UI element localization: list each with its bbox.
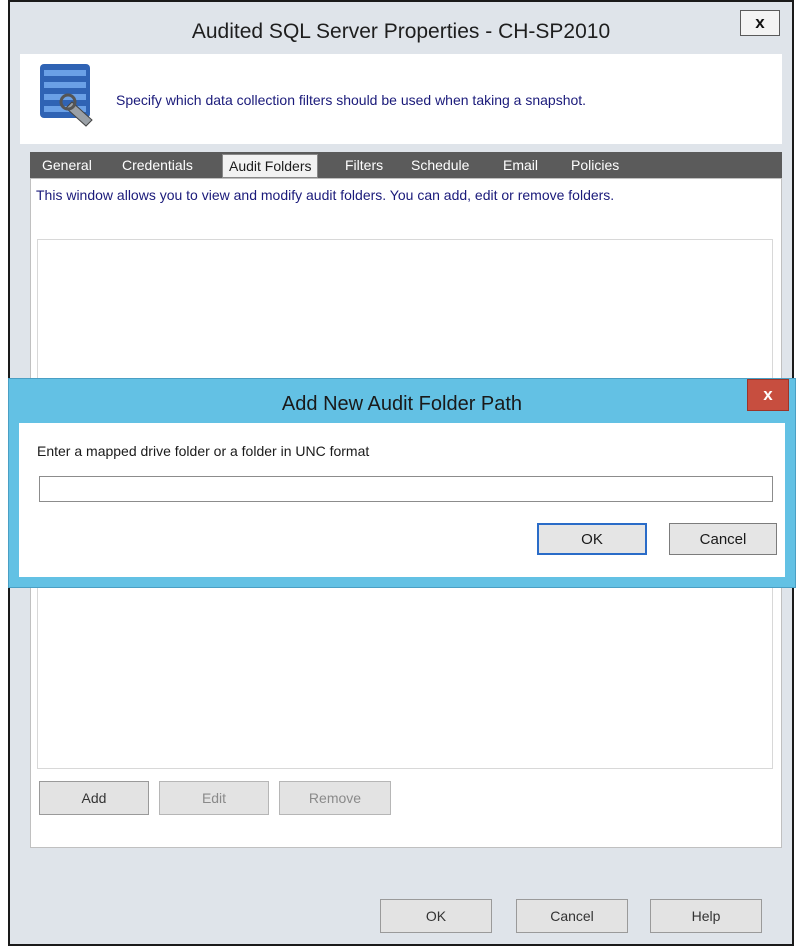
folder-path-prompt: Enter a mapped drive folder or a folder … bbox=[37, 443, 370, 459]
tab-filters[interactable]: Filters bbox=[343, 152, 385, 178]
tab-bar: General Credentials Audit Folders Filter… bbox=[30, 152, 782, 178]
dialog-title: Add New Audit Folder Path bbox=[281, 393, 523, 415]
edit-folder-button[interactable]: Edit bbox=[159, 781, 269, 815]
add-folder-button[interactable]: Add bbox=[39, 781, 149, 815]
dialog-body: Enter a mapped drive folder or a folder … bbox=[19, 423, 785, 577]
ok-button[interactable]: OK bbox=[380, 899, 492, 933]
header-band: Specify which data collection filters sh… bbox=[20, 54, 782, 144]
help-button[interactable]: Help bbox=[650, 899, 762, 933]
tab-policies[interactable]: Policies bbox=[569, 152, 621, 178]
folder-path-input[interactable] bbox=[39, 476, 773, 502]
header-instruction: Specify which data collection filters sh… bbox=[116, 92, 587, 108]
tab-audit-folders[interactable]: Audit Folders bbox=[222, 154, 319, 178]
add-audit-folder-dialog: Add New Audit Folder Path x Enter a mapp… bbox=[8, 378, 796, 588]
cancel-button[interactable]: Cancel bbox=[516, 899, 628, 933]
tab-general[interactable]: General bbox=[40, 152, 94, 178]
window-title: Audited SQL Server Properties - CH-SP201… bbox=[191, 20, 611, 43]
dialog-cancel-button[interactable]: Cancel bbox=[669, 523, 777, 555]
audit-folders-description: This window allows you to view and modif… bbox=[36, 187, 615, 203]
tab-email[interactable]: Email bbox=[501, 152, 540, 178]
tab-credentials[interactable]: Credentials bbox=[120, 152, 195, 178]
dialog-close-button[interactable]: x bbox=[747, 379, 789, 411]
sql-server-config-icon bbox=[36, 62, 98, 137]
dialog-ok-button[interactable]: OK bbox=[537, 523, 647, 555]
tab-schedule[interactable]: Schedule bbox=[409, 152, 471, 178]
remove-folder-button[interactable]: Remove bbox=[279, 781, 391, 815]
window-close-button[interactable]: x bbox=[740, 10, 780, 36]
